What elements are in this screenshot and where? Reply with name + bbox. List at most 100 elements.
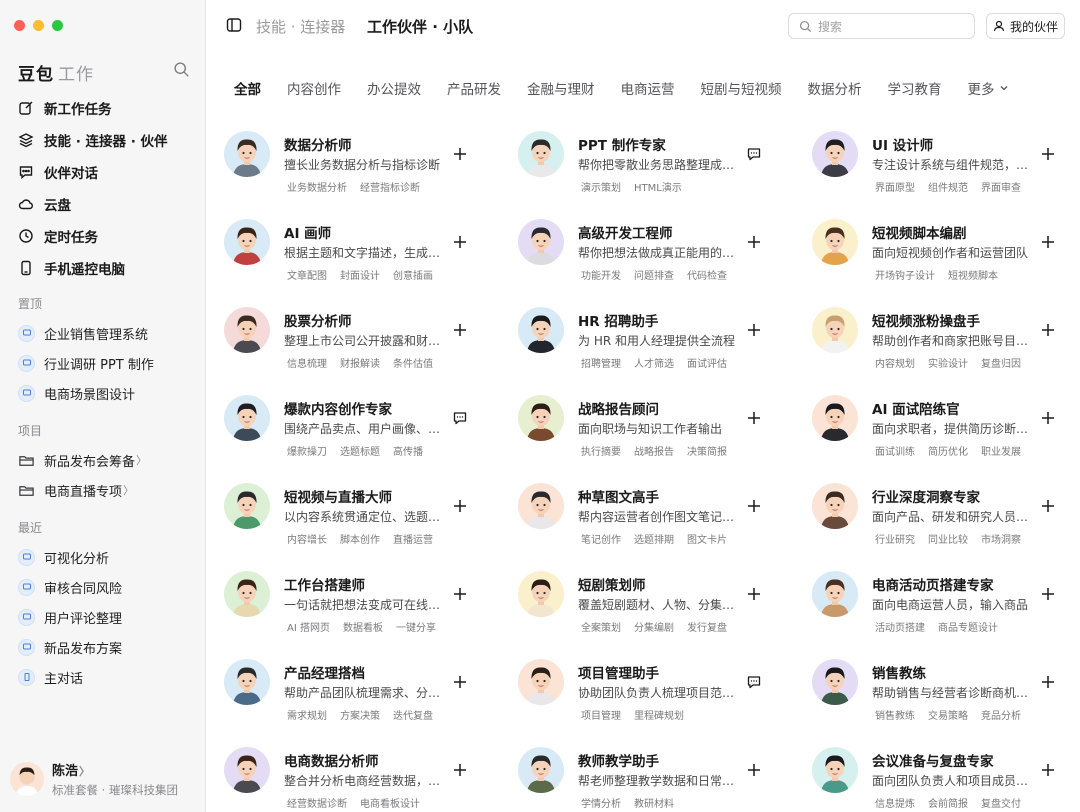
nav-item-partner-chat[interactable]: 伙伴对话 bbox=[10, 156, 196, 188]
partner-card[interactable]: 短视频脚本编剧 面向短视频创作者和运营团队 开场钩子设计 短视频脚本 bbox=[812, 216, 1080, 296]
close-window-button[interactable] bbox=[14, 20, 25, 31]
partner-tags: 全案策划 分集编剧 发行复盘 bbox=[581, 619, 740, 634]
add-icon[interactable] bbox=[746, 322, 762, 338]
add-icon[interactable] bbox=[746, 762, 762, 778]
add-icon[interactable] bbox=[452, 674, 468, 690]
partner-card[interactable]: 数据分析师 擅长业务数据分析与指标诊断 业务数据分析 经营指标诊断 bbox=[224, 128, 494, 208]
add-icon[interactable] bbox=[452, 586, 468, 602]
add-icon[interactable] bbox=[1040, 322, 1056, 338]
tab-more[interactable]: 更多 bbox=[968, 78, 1009, 98]
recent-item[interactable]: 主对话 bbox=[10, 662, 196, 692]
partner-card[interactable]: AI 画师 根据主题和文字描述，生成高质 文章配图 封面设计 创意插画 bbox=[224, 216, 494, 296]
partner-title: 行业深度洞察专家 bbox=[872, 490, 980, 506]
user-profile[interactable]: 陈浩〉 标准套餐 · 璀璨科技集团 bbox=[10, 760, 178, 798]
app-window: 豆包 工作 新工作任务 技能 · 连接器 · 伙伴 伙伴对话 云盘 定时任务 手… bbox=[0, 0, 1080, 812]
partner-card[interactable]: HR 招聘助手为 HR 和用人经理提供全流程 招聘管理 人才筛选 面试评估 bbox=[518, 304, 788, 384]
add-icon[interactable] bbox=[1040, 146, 1056, 162]
partner-avatar bbox=[518, 747, 564, 793]
partner-card[interactable]: 股票分析师整理上市公司公开披露和财务数据信息梳理 财报解读 条件估值 bbox=[224, 304, 494, 384]
partner-tags: 开场钩子设计 短视频脚本 bbox=[875, 267, 1011, 282]
partner-description: 帮助创作者和商家把账号目标拆 bbox=[872, 334, 1032, 348]
partner-tag: 功能开发 bbox=[581, 271, 621, 282]
add-icon[interactable] bbox=[746, 234, 762, 250]
my-partner-button[interactable]: 我的伙伴 bbox=[986, 13, 1065, 39]
tab-finance[interactable]: 金融与理财 bbox=[527, 78, 595, 98]
tab-content-creation[interactable]: 内容创作 bbox=[287, 78, 341, 98]
tab-office[interactable]: 办公提效 bbox=[367, 78, 421, 98]
recent-item[interactable]: 可视化分析 bbox=[10, 542, 196, 572]
partner-card[interactable]: 产品经理搭档 帮助产品团队梳理需求、分析竞 需求规划 方案决策 迭代复盘 bbox=[224, 656, 494, 736]
pinned-item[interactable]: 电商场景图设计 bbox=[10, 378, 196, 408]
partner-card[interactable]: 短视频涨粉操盘手 帮助创作者和商家把账号目标拆 内容规划 实验设计 复盘归因 bbox=[812, 304, 1080, 384]
breadcrumb[interactable]: 技能 · 连接器 bbox=[256, 16, 345, 37]
partner-tag: 经营指标诊断 bbox=[360, 183, 420, 194]
add-icon[interactable] bbox=[452, 234, 468, 250]
zoom-window-button[interactable] bbox=[52, 20, 63, 31]
partner-card[interactable]: 电商活动页搭建专家 面向电商运营人员，输入商品 活动页搭建 商品专题设计 bbox=[812, 568, 1080, 648]
partner-card[interactable]: 项目管理助手 协助团队负责人梳理项目范围与 项目管理 里程碑规划 bbox=[518, 656, 788, 736]
add-icon[interactable] bbox=[1040, 410, 1056, 426]
add-icon[interactable] bbox=[1040, 762, 1056, 778]
tab-education[interactable]: 学习教育 bbox=[888, 78, 942, 98]
partner-card[interactable]: 工作台搭建师 一句话就把想法变成可在线使用 AI 搭网页 数据看板 一键分享 bbox=[224, 568, 494, 648]
partner-card[interactable]: 教师教学助手 帮老师整理教学数据和日常工作 学情分析 教研材料 bbox=[518, 744, 788, 812]
partner-card[interactable]: 电商数据分析师 整合并分析电商经营数据，输出 经营数据诊断 电商看板设计 bbox=[224, 744, 494, 812]
add-icon[interactable] bbox=[1040, 674, 1056, 690]
partner-card[interactable]: 短视频与直播大师 以内容系统贯通定位、选题与直 内容增长 脚本创作 直播运营 bbox=[224, 480, 494, 560]
nav-item-scheduled[interactable]: 定时任务 bbox=[10, 220, 196, 252]
recent-item[interactable]: 用户评论整理 bbox=[10, 602, 196, 632]
pinned-item[interactable]: 企业销售管理系统 bbox=[10, 318, 196, 348]
sidebar-search-icon[interactable] bbox=[173, 61, 190, 78]
partner-card[interactable]: UI 设计师 专注设计系统与组件规范，打磨 界面原型 组件规范 界面审查 bbox=[812, 128, 1080, 208]
partner-card[interactable]: AI 面试陪练官 面向求职者，提供简历诊断和模 面试训练 简历优化 职业发展 bbox=[812, 392, 1080, 472]
add-icon[interactable] bbox=[452, 762, 468, 778]
add-icon[interactable] bbox=[746, 498, 762, 514]
chat-icon[interactable] bbox=[452, 410, 468, 426]
chat-icon[interactable] bbox=[746, 674, 762, 690]
partner-card[interactable]: 高级开发工程师 帮你把想法做成真正能用的产品 功能开发 问题排查 代码检查 bbox=[518, 216, 788, 296]
add-icon[interactable] bbox=[746, 410, 762, 426]
nav-item-cloud[interactable]: 云盘 bbox=[10, 188, 196, 220]
chat-icon[interactable] bbox=[746, 146, 762, 162]
pinned-list: 企业销售管理系统 行业调研 PPT 制作 电商场景图设计 bbox=[10, 318, 196, 408]
partner-tag: 财报解读 bbox=[340, 359, 380, 370]
tab-all[interactable]: 全部 bbox=[234, 78, 261, 98]
partner-card[interactable]: 行业深度洞察专家 面向产品、研发和研究人员提供 行业研究 同业比较 市场洞察 bbox=[812, 480, 1080, 560]
search-icon bbox=[799, 20, 812, 32]
partner-card[interactable]: 战略报告顾问 面向职场与知识工作者输出 执行摘要 战略报告 决策简报 bbox=[518, 392, 788, 472]
partner-card[interactable]: 爆款内容创作专家 围绕产品卖点、用户画像、平台 爆款操刀 选题标题 高传播 bbox=[224, 392, 494, 472]
add-icon[interactable] bbox=[452, 322, 468, 338]
partner-tags: 演示策划 HTML演示 bbox=[581, 179, 695, 194]
partner-card[interactable]: 种草图文高手 帮内容运营者创作图文笔记内容 笔记创作 选题排期 图文卡片 bbox=[518, 480, 788, 560]
chat-icon bbox=[19, 166, 33, 179]
project-item[interactable]: 电商直播专项〉 bbox=[10, 475, 196, 505]
partner-tag: 交易策略 bbox=[928, 711, 968, 722]
partner-avatar bbox=[224, 131, 270, 177]
partner-title: PPT 制作专家 bbox=[578, 138, 666, 154]
partner-card[interactable]: 销售教练 帮助销售与经营者诊断商机推进 销售教练 交易策略 竞品分析 bbox=[812, 656, 1080, 736]
add-icon[interactable] bbox=[746, 586, 762, 602]
person-icon bbox=[993, 20, 1005, 32]
partner-card[interactable]: 会议准备与复盘专家 面向团队负责人和项目成员提供 信息提炼 会前简报 复盘交付 bbox=[812, 744, 1080, 812]
pinned-item[interactable]: 行业调研 PPT 制作 bbox=[10, 348, 196, 378]
recent-item[interactable]: 新品发布方案 bbox=[10, 632, 196, 662]
minimize-window-button[interactable] bbox=[33, 20, 44, 31]
nav-item-new-task[interactable]: 新工作任务 bbox=[10, 92, 196, 124]
tab-data-analysis[interactable]: 数据分析 bbox=[808, 78, 862, 98]
add-icon[interactable] bbox=[1040, 498, 1056, 514]
project-item[interactable]: 新品发布会筹备〉 bbox=[10, 445, 196, 475]
tab-short-video[interactable]: 短剧与短视频 bbox=[701, 78, 782, 98]
nav-item-phone-remote[interactable]: 手机遥控电脑 bbox=[10, 252, 196, 284]
partner-card[interactable]: 短剧策划师覆盖短剧题材、人物、分集与节奏全案策划 分集编剧 发行复盘 bbox=[518, 568, 788, 648]
nav-item-skills[interactable]: 技能 · 连接器 · 伙伴 bbox=[10, 124, 196, 156]
tab-ecommerce[interactable]: 电商运营 bbox=[621, 78, 675, 98]
add-icon[interactable] bbox=[452, 146, 468, 162]
search-input[interactable]: 搜索 bbox=[788, 13, 975, 39]
add-icon[interactable] bbox=[1040, 586, 1056, 602]
add-icon[interactable] bbox=[452, 498, 468, 514]
add-icon[interactable] bbox=[1040, 234, 1056, 250]
partner-card[interactable]: PPT 制作专家 帮你把零散业务思路整理成演示 演示策划 HTML演示 bbox=[518, 128, 788, 208]
sidebar-toggle-icon[interactable] bbox=[226, 17, 242, 33]
recent-item[interactable]: 审核合同风险 bbox=[10, 572, 196, 602]
tab-product-dev[interactable]: 产品研发 bbox=[447, 78, 501, 98]
